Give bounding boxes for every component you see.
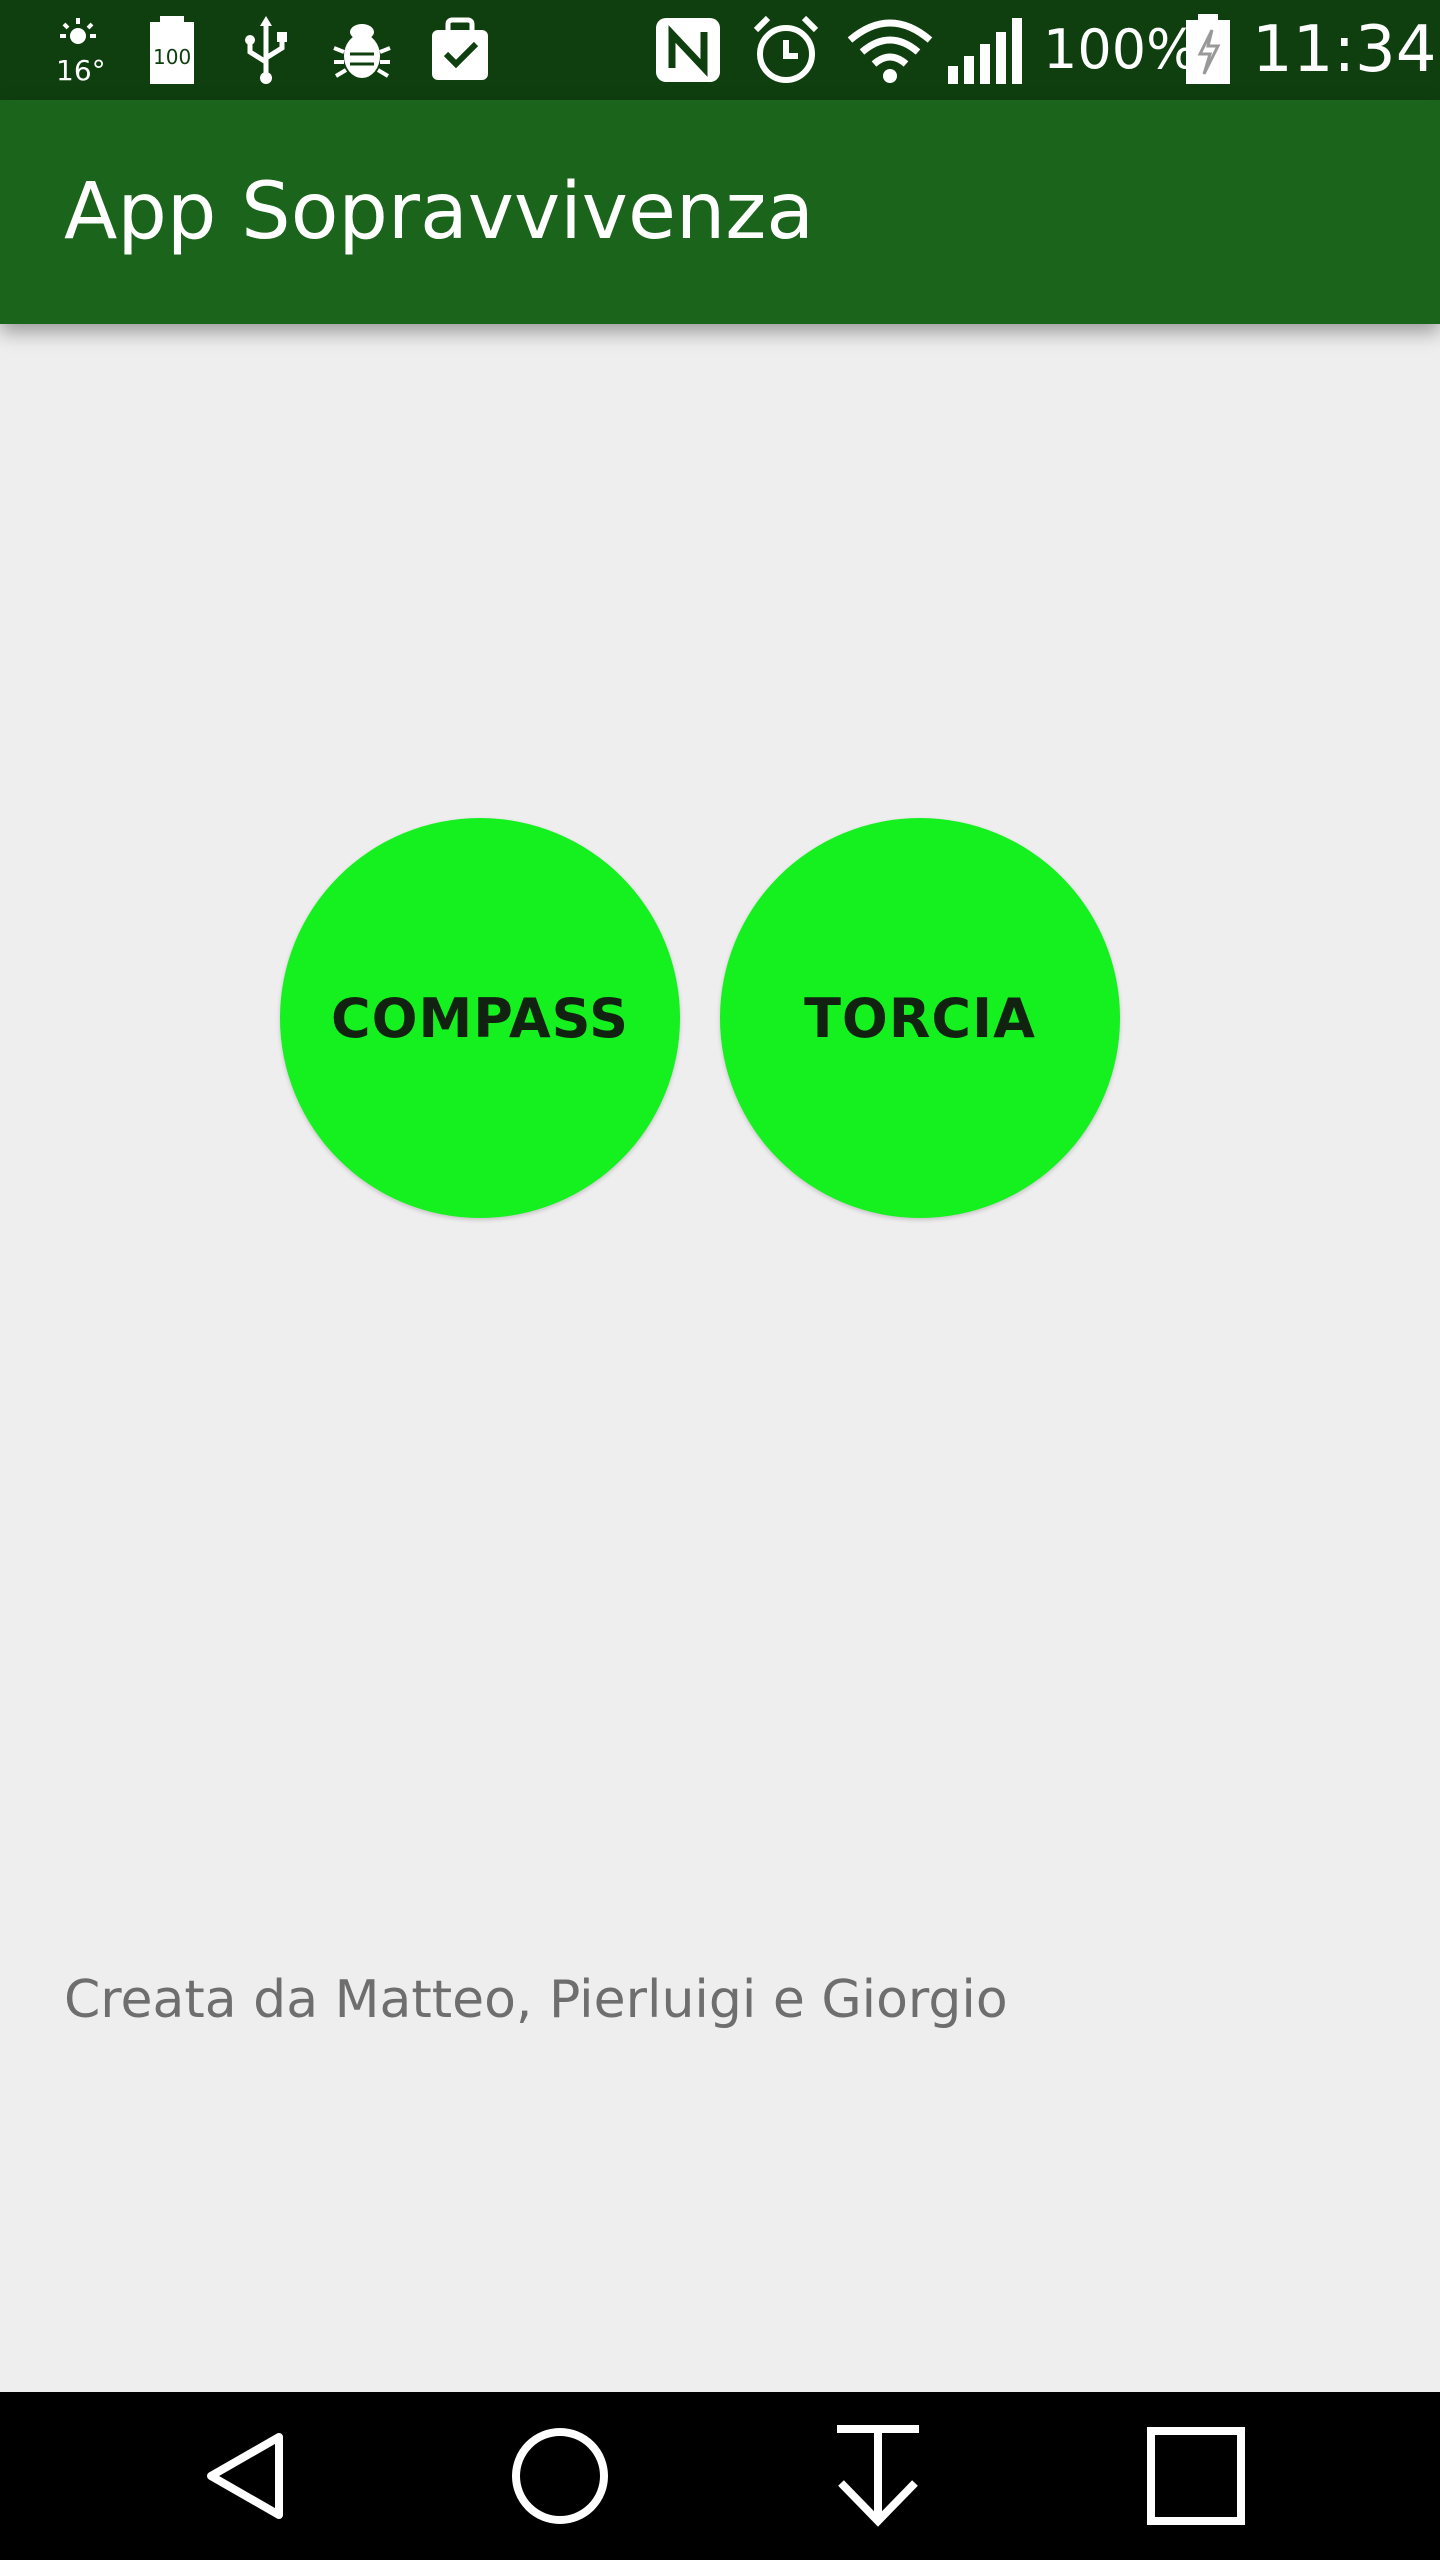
navigation-bar (0, 2392, 1440, 2560)
app-bar: App Sopravvivenza (0, 100, 1440, 324)
signal-icon (946, 14, 1032, 86)
battery-percent: 100% (1043, 18, 1198, 81)
weather-16-icon: 16° (42, 14, 114, 86)
wifi-icon (844, 14, 936, 86)
svg-text:16°: 16° (56, 54, 106, 86)
credits-text: Creata da Matteo, Pierluigi e Giorgio (64, 1970, 1008, 2030)
torch-button-label: TORCIA (804, 986, 1036, 1050)
battery-100-icon: 100 (136, 14, 208, 86)
usb-icon (230, 14, 302, 86)
back-icon[interactable] (186, 2416, 306, 2536)
home-icon[interactable] (500, 2416, 620, 2536)
download-icon[interactable] (818, 2416, 938, 2536)
battery-charging-icon (1180, 14, 1236, 86)
page-title: App Sopravvivenza (64, 167, 815, 257)
clipboard-check-icon (424, 14, 496, 86)
compass-button[interactable]: COMPASS (280, 818, 680, 1218)
clock: 11:34 (1252, 13, 1437, 87)
alarm-icon (750, 14, 822, 86)
compass-button-label: COMPASS (330, 986, 630, 1050)
status-bar: 16° 100 100% 11:34 (0, 0, 1440, 100)
torch-button[interactable]: TORCIA (720, 818, 1120, 1218)
bug-icon (326, 14, 398, 86)
nfc-icon (652, 14, 724, 86)
recents-icon[interactable] (1136, 2416, 1256, 2536)
svg-text:100: 100 (153, 45, 191, 69)
